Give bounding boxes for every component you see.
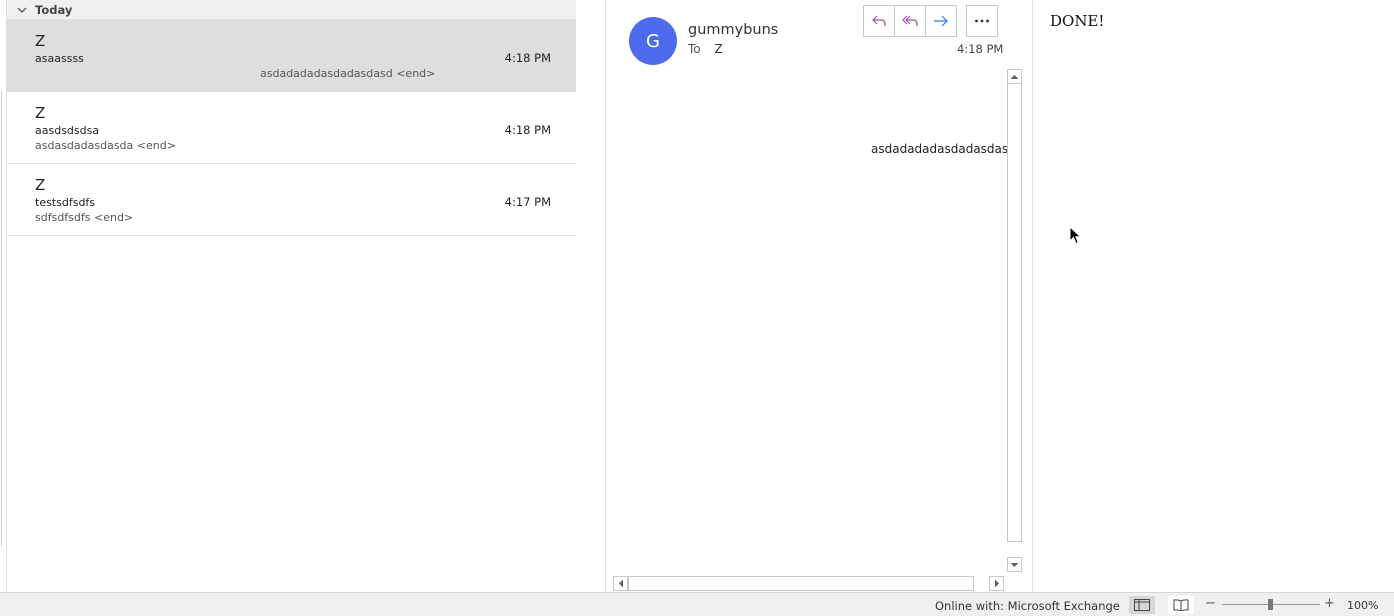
zoom-slider-thumb[interactable]	[1268, 599, 1273, 610]
message-time: 4:18 PM	[957, 42, 1004, 56]
more-actions-button[interactable]	[966, 5, 998, 37]
more-icon	[975, 19, 989, 23]
mail-item[interactable]: Z asaassss 4:18 PM asdadadadasdadasdasd …	[7, 20, 576, 92]
mail-time: 4:18 PM	[504, 51, 551, 65]
mail-subject: asaassss	[35, 52, 84, 65]
scroll-down-button[interactable]	[1007, 557, 1022, 572]
horizontal-scroll-thumb[interactable]	[628, 576, 974, 591]
reply-button[interactable]	[863, 5, 895, 37]
from-name[interactable]: gummybuns	[688, 22, 778, 38]
reply-all-icon	[902, 15, 918, 26]
mail-item[interactable]: Z testsdfsdfs 4:17 PM sdfsdfsdfs <end>	[7, 164, 576, 236]
reading-view-icon	[1173, 599, 1189, 611]
mail-preview: sdfsdfsdfs <end>	[35, 211, 134, 224]
reply-all-button[interactable]	[894, 5, 926, 37]
horizontal-scrollbar[interactable]	[613, 576, 1004, 591]
scroll-left-button[interactable]	[613, 576, 628, 591]
reply-icon	[872, 15, 886, 26]
chevron-down-icon	[17, 7, 27, 13]
zoom-out-button[interactable]: −	[1205, 596, 1216, 611]
message-body-text: asdadadadasdadasdasd	[871, 142, 1014, 156]
mail-preview: asdasdadasdasda <end>	[35, 139, 176, 152]
mail-sender: Z	[35, 32, 46, 50]
scroll-right-button[interactable]	[989, 576, 1004, 591]
reading-view-button[interactable]	[1168, 596, 1194, 614]
mail-sender: Z	[35, 176, 46, 194]
message-actions	[863, 5, 998, 37]
reading-pane: G gummybuns To Z 4:18 PM asdadadadasdada…	[606, 0, 1032, 592]
group-header-today[interactable]: Today	[7, 0, 576, 20]
recipient-line: To Z	[688, 42, 723, 56]
recipient-name[interactable]: Z	[714, 42, 722, 56]
mail-sender: Z	[35, 104, 46, 122]
scroll-track[interactable]	[1007, 84, 1022, 542]
left-nav-edge	[0, 0, 7, 592]
forward-button[interactable]	[925, 5, 957, 37]
vertical-scrollbar[interactable]	[1007, 69, 1022, 573]
scroll-right-icon	[994, 579, 999, 588]
message-body[interactable]: asdadadadasdadasdasd	[614, 69, 1014, 572]
scroll-left-icon	[618, 579, 623, 588]
nav-resize-edge[interactable]	[0, 91, 2, 546]
mail-subject: aasdsdsdsa	[35, 124, 100, 137]
status-bar: Online with: Microsoft Exchange − + 100%	[0, 592, 1394, 616]
to-label: To	[688, 42, 701, 56]
mail-time: 4:17 PM	[504, 195, 551, 209]
mouse-cursor-icon	[1069, 226, 1082, 245]
zoom-level[interactable]: 100%	[1347, 599, 1378, 612]
connection-status: Online with: Microsoft Exchange	[935, 599, 1120, 613]
message-list: Today Z asaassss 4:18 PM asdadadadasdada…	[7, 0, 576, 592]
mail-subject: testsdfsdfs	[35, 196, 96, 209]
done-text: DONE!	[1050, 12, 1105, 30]
sender-avatar[interactable]: G	[629, 17, 677, 65]
scroll-up-button[interactable]	[1007, 69, 1022, 84]
group-label: Today	[35, 2, 73, 17]
mail-preview: asdadadadasdadasdasd <end>	[260, 67, 436, 80]
mail-item[interactable]: Z aasdsdsdsa 4:18 PM asdasdadasdasda <en…	[7, 92, 576, 164]
side-document: DONE!	[1033, 0, 1394, 592]
scroll-up-icon	[1010, 74, 1019, 79]
mail-time: 4:18 PM	[504, 123, 551, 137]
zoom-in-button[interactable]: +	[1324, 596, 1335, 611]
forward-icon	[934, 15, 948, 27]
normal-view-button[interactable]	[1129, 596, 1155, 614]
scroll-down-icon	[1010, 562, 1019, 567]
normal-view-icon	[1134, 599, 1150, 611]
